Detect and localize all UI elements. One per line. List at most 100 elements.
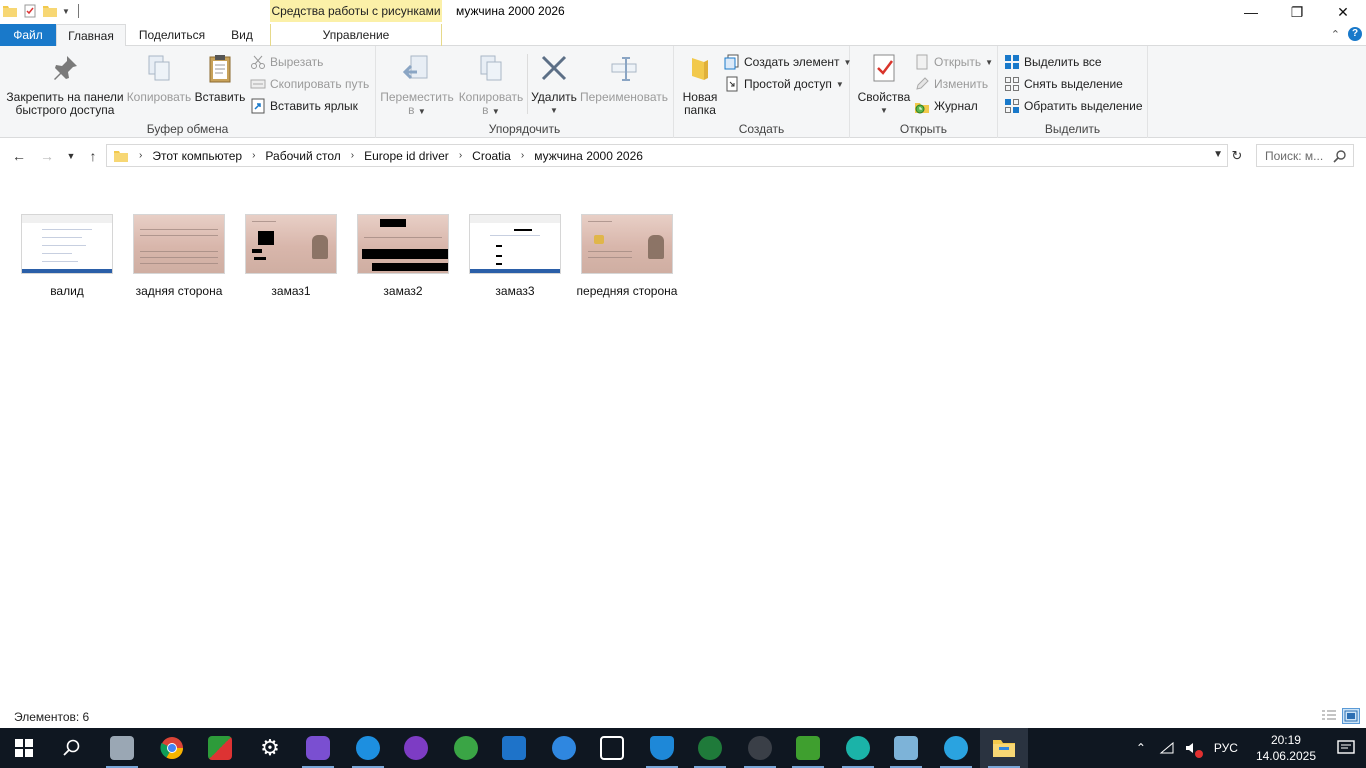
rename-button[interactable]: Переименовать xyxy=(578,52,670,104)
file-view[interactable]: валид задняя сторона замаз1 замаз2 замаз… xyxy=(0,174,1366,704)
close-button[interactable]: ✕ xyxy=(1320,0,1366,24)
file-item[interactable]: замаз1 xyxy=(235,214,347,299)
file-item[interactable]: валид xyxy=(11,214,123,299)
group-create: Новая папка Создать элемент ▼ Простой до… xyxy=(674,46,851,138)
start-button[interactable] xyxy=(0,728,48,768)
search-input[interactable]: Поиск: м... xyxy=(1256,144,1354,167)
refresh-button[interactable]: ↻ xyxy=(1228,144,1246,167)
wifi-icon xyxy=(1159,741,1174,754)
delete-dropdown-icon[interactable]: ▼ xyxy=(530,104,578,117)
pin-quick-access-button[interactable]: Закрепить на панели быстрого доступа xyxy=(6,52,124,117)
address-bar[interactable]: › Этот компьютер › Рабочий стол › Europe… xyxy=(106,144,1228,167)
paste-button[interactable]: Вставить xyxy=(194,52,246,104)
breadcrumb-chevron-icon[interactable]: › xyxy=(351,150,354,161)
taskbar-app[interactable]: ⚙ xyxy=(246,728,294,768)
taskbar-app[interactable] xyxy=(490,728,538,768)
file-item[interactable]: передняя сторона xyxy=(571,214,683,299)
app-icon xyxy=(846,736,870,760)
group-organize: Переместить в ▼ Копировать в ▼ Удалить ▼… xyxy=(376,46,674,138)
forward-button[interactable]: → xyxy=(38,147,56,165)
taskbar-app[interactable] xyxy=(980,728,1028,768)
taskbar-app[interactable] xyxy=(540,728,588,768)
cut-button[interactable]: Вырезать xyxy=(250,52,323,72)
file-item[interactable]: замаз2 xyxy=(347,214,459,299)
open-dropdown-icon: ▼ xyxy=(985,57,994,67)
select-none-button[interactable]: Снять выделение xyxy=(1004,74,1123,94)
maximize-button[interactable]: ❐ xyxy=(1274,0,1320,24)
taskbar-search-button[interactable] xyxy=(48,728,96,768)
properties-button[interactable]: Свойства ▼ xyxy=(854,52,914,117)
taskbar-app[interactable] xyxy=(686,728,734,768)
taskbar-app[interactable] xyxy=(148,728,196,768)
breadcrumb-chevron-icon[interactable]: › xyxy=(459,150,462,161)
move-to-button[interactable]: Переместить в ▼ xyxy=(380,52,454,118)
tab-file[interactable]: Файл xyxy=(0,24,56,46)
help-icon[interactable]: ? xyxy=(1348,27,1362,41)
minimize-button[interactable]: — xyxy=(1228,0,1274,24)
new-folder-button[interactable]: Новая папка xyxy=(678,52,722,117)
breadcrumb-item[interactable]: Рабочий стол xyxy=(265,149,340,163)
taskbar-app[interactable] xyxy=(344,728,392,768)
breadcrumb-chevron-icon[interactable]: › xyxy=(252,150,255,161)
taskbar-app[interactable] xyxy=(196,728,244,768)
tab-home[interactable]: Главная xyxy=(56,24,126,47)
breadcrumb-item[interactable]: мужчина 2000 2026 xyxy=(534,149,643,163)
taskbar-app[interactable] xyxy=(882,728,930,768)
collapse-ribbon-icon[interactable]: ⌃ xyxy=(1331,28,1340,41)
file-name: замаз2 xyxy=(383,284,423,298)
delete-button[interactable]: Удалить ▼ xyxy=(530,52,578,117)
network-icon[interactable] xyxy=(1157,728,1177,768)
clock[interactable]: 20:19 14.06.2025 xyxy=(1256,732,1316,764)
taskbar-app[interactable] xyxy=(588,728,636,768)
taskbar-app[interactable] xyxy=(784,728,832,768)
edit-label: Изменить xyxy=(934,77,989,91)
taskbar-app[interactable] xyxy=(98,728,146,768)
back-button[interactable]: ← xyxy=(10,147,28,165)
new-folder-icon[interactable] xyxy=(42,3,58,19)
select-all-button[interactable]: Выделить все xyxy=(1004,52,1102,72)
taskbar-app[interactable] xyxy=(638,728,686,768)
reader-app-icon xyxy=(208,736,232,760)
notifications-button[interactable] xyxy=(1326,728,1366,768)
sync-app-icon xyxy=(552,736,576,760)
qat-customize-icon[interactable]: ▼ xyxy=(62,7,70,16)
file-item[interactable]: задняя сторона xyxy=(123,214,235,299)
breadcrumb-item[interactable]: Croatia xyxy=(472,149,511,163)
easy-access-button[interactable]: Простой доступ ▼ xyxy=(724,74,844,94)
details-view-button[interactable] xyxy=(1320,708,1338,724)
open-button[interactable]: Открыть ▼ xyxy=(914,52,993,72)
language-indicator[interactable]: РУС xyxy=(1214,741,1238,755)
breadcrumb-item[interactable]: Europe id driver xyxy=(364,149,449,163)
copy-button[interactable]: Копировать xyxy=(126,52,192,104)
address-dropdown-icon[interactable]: ▼ xyxy=(1213,149,1223,160)
large-icons-view-button[interactable] xyxy=(1342,708,1360,724)
tab-share[interactable]: Поделиться xyxy=(130,24,214,46)
new-folder-icon xyxy=(692,58,708,80)
breadcrumb-item[interactable]: Этот компьютер xyxy=(152,149,242,163)
copy-to-button[interactable]: Копировать в ▼ xyxy=(454,52,528,118)
properties-check-icon[interactable] xyxy=(22,3,38,19)
tab-view[interactable]: Вид xyxy=(222,24,262,46)
history-button[interactable]: Журнал xyxy=(914,96,978,116)
chevron-up-icon[interactable]: ⌃ xyxy=(1131,728,1151,768)
taskbar-app[interactable] xyxy=(834,728,882,768)
taskbar-app[interactable] xyxy=(392,728,440,768)
taskbar-app[interactable] xyxy=(442,728,490,768)
properties-dropdown-icon[interactable]: ▼ xyxy=(854,104,914,117)
history-label: Журнал xyxy=(934,99,978,113)
taskbar-app[interactable] xyxy=(932,728,980,768)
file-item[interactable]: замаз3 xyxy=(459,214,571,299)
invert-selection-button[interactable]: Обратить выделение xyxy=(1004,96,1143,116)
volume-icon[interactable] xyxy=(1183,728,1203,768)
new-item-button[interactable]: Создать элемент ▼ xyxy=(724,52,851,72)
edit-button[interactable]: Изменить xyxy=(914,74,988,94)
recent-locations-button[interactable]: ▼ xyxy=(62,147,80,165)
up-button[interactable]: ↑ xyxy=(84,147,102,165)
search-placeholder: Поиск: м... xyxy=(1265,148,1324,163)
taskbar-app[interactable] xyxy=(294,728,342,768)
tab-manage[interactable]: Управление xyxy=(270,24,442,46)
paste-shortcut-button[interactable]: Вставить ярлык xyxy=(250,96,358,116)
copy-path-button[interactable]: Скопировать путь xyxy=(250,74,369,94)
breadcrumb-chevron-icon[interactable]: › xyxy=(521,150,524,161)
taskbar-app[interactable] xyxy=(736,728,784,768)
